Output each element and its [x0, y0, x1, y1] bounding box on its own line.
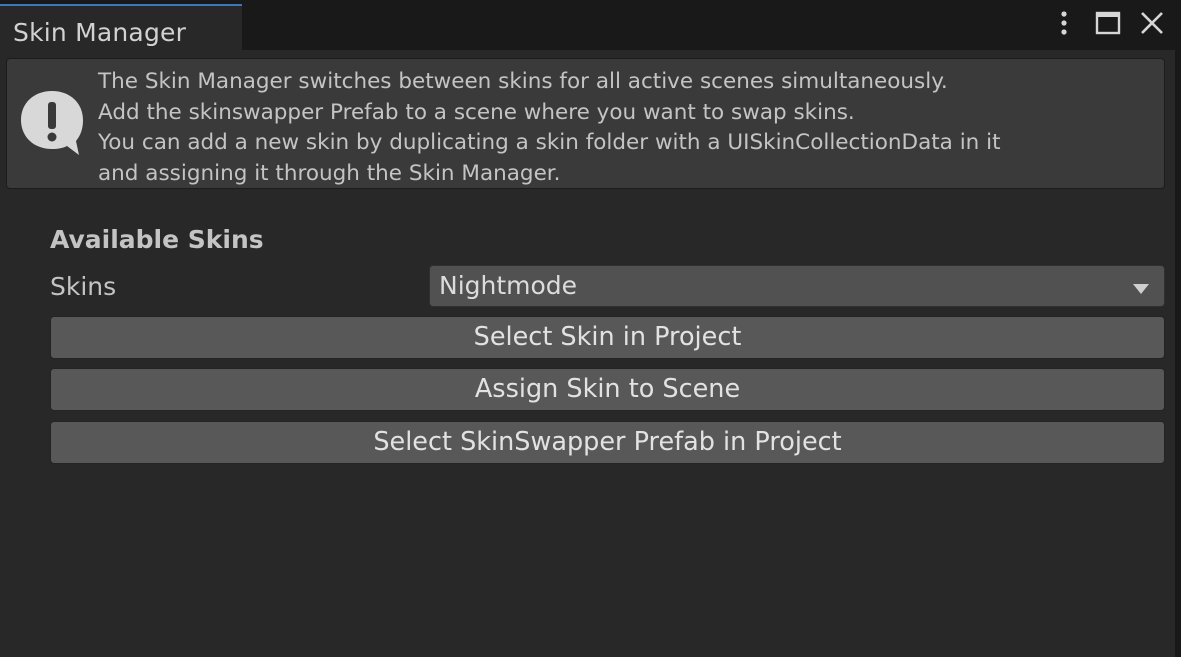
help-line: Add the skinswapper Prefab to a scene wh…	[98, 99, 855, 125]
tab-skin-manager[interactable]: Skin Manager	[0, 4, 242, 50]
maximize-icon[interactable]	[1093, 8, 1123, 40]
select-skin-in-project-button[interactable]: Select Skin in Project	[50, 316, 1165, 359]
help-line: and assigning it through the Skin Manage…	[98, 160, 561, 186]
button-label: Select Skin in Project	[473, 322, 742, 352]
skins-dropdown-value: Nightmode	[439, 271, 578, 300]
skins-dropdown[interactable]: Nightmode	[429, 265, 1165, 307]
close-icon[interactable]	[1137, 8, 1167, 40]
tab-bar: Skin Manager	[0, 0, 1181, 50]
button-label: Assign Skin to Scene	[474, 374, 741, 404]
help-text: The Skin Manager switches between skins …	[98, 67, 1158, 189]
window-controls	[1041, 0, 1181, 50]
kebab-menu-icon[interactable]	[1049, 8, 1079, 40]
tab-title: Skin Manager	[13, 18, 187, 47]
button-label: Select SkinSwapper Prefab in Project	[373, 427, 842, 457]
help-line: The Skin Manager switches between skins …	[98, 69, 948, 94]
window-edge	[1175, 50, 1181, 657]
warning-speech-bubble-icon	[19, 87, 89, 159]
available-skins-header: Available Skins	[50, 225, 264, 254]
chevron-down-icon	[1132, 280, 1150, 294]
skin-manager-window: Skin Manager The Skin Manager switches b…	[0, 0, 1181, 657]
assign-skin-to-scene-button[interactable]: Assign Skin to Scene	[50, 368, 1165, 411]
help-line: You can add a new skin by duplicating a …	[98, 130, 1001, 155]
help-box: The Skin Manager switches between skins …	[6, 58, 1165, 189]
skins-label: Skins	[50, 272, 117, 301]
select-skinswapper-prefab-button[interactable]: Select SkinSwapper Prefab in Project	[50, 421, 1165, 464]
